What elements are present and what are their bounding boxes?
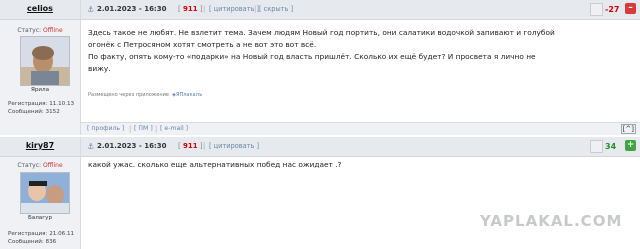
up-arrow-icon[interactable]: [^] <box>620 124 636 134</box>
body-line: По факту, опять кому-то «подарки» на Нов… <box>88 52 536 61</box>
author-header: kiry87 <box>0 137 80 157</box>
anchor-icon[interactable]: ⚓ <box>87 142 94 151</box>
author-panel: kiry87 Статус: Offline Балагур Регистрац… <box>0 137 81 249</box>
post-body: Здесь такое не любят. Не взлетит тема. З… <box>88 27 630 75</box>
body-line: какой ужас. сколько еще альтернативных п… <box>88 160 342 169</box>
quote-link[interactable]: [ цитировать ] <box>209 5 259 13</box>
status-label: Статус: <box>17 162 42 169</box>
post-header: ⚓ 2.01.2023 - 16:30 [ 911 ] | [ цитирова… <box>81 0 640 20</box>
user-status: Статус: Offline <box>0 27 80 34</box>
reg-label: Регистрация: <box>8 231 48 237</box>
avatar-caption: Балагур <box>27 215 53 221</box>
author-header: celios <box>0 0 80 20</box>
posted-via: Размещено через приложение ◈ЯПлакалъ <box>88 92 202 98</box>
forum-post: kiry87 Статус: Offline Балагур Регистрац… <box>0 137 640 249</box>
via-text: Размещено через приложение <box>88 92 169 98</box>
plus-vote-icon[interactable] <box>590 3 603 16</box>
post-date: 2.01.2023 - 16:30 <box>97 5 167 13</box>
site-watermark: YAPLAKAL.COM <box>480 212 623 230</box>
status-value: Offline <box>42 27 63 34</box>
email-link[interactable]: [ e-mail ] <box>160 125 188 132</box>
body-line: огонёк с Петросяном хотят смотреть а не … <box>88 40 317 49</box>
user-meta: Регистрация: 21.06.11 Сообщений: 836 <box>8 230 74 246</box>
hide-link[interactable]: [ скрыть ] <box>259 5 293 13</box>
plus-vote-button-icon[interactable]: + <box>625 140 636 151</box>
body-line: вижу. <box>88 64 111 73</box>
forum-post: celios Статус: Offline Ярила Регистрация… <box>0 0 640 135</box>
user-meta: Регистрация: 11.10.13 Сообщений: 3152 <box>8 100 74 116</box>
status-label: Статус: <box>17 27 42 34</box>
post-header: ⚓ 2.01.2023 - 16:30 [ 911 ] | [ цитирова… <box>81 137 640 157</box>
msg-label: Сообщений: <box>8 109 44 115</box>
pm-link[interactable]: [ ПМ ] <box>134 125 153 132</box>
msg-count: 3152 <box>45 109 60 115</box>
post-footer: [ профиль ] | [ ПМ ] | [ e-mail ] [^] <box>81 122 640 135</box>
quote-link[interactable]: [ цитировать ] <box>209 142 259 150</box>
profile-link[interactable]: [ профиль ] <box>87 125 124 132</box>
minus-vote-icon[interactable]: – <box>625 3 636 14</box>
reg-label: Регистрация: <box>8 101 48 107</box>
rating-box: 34 + <box>590 140 636 153</box>
post-date: 2.01.2023 - 16:30 <box>97 142 167 150</box>
username-link[interactable]: kiry87 <box>0 141 80 150</box>
reg-date: 11.10.13 <box>49 101 75 107</box>
username-link[interactable]: celios <box>0 4 80 13</box>
post-score: 34 <box>605 142 617 151</box>
via-app-link[interactable]: ЯПлакалъ <box>176 92 202 98</box>
post-body: какой ужас. сколько еще альтернативных п… <box>88 159 630 171</box>
avatar-caption: Ярила <box>30 87 50 93</box>
avatar[interactable] <box>20 36 70 86</box>
anchor-icon[interactable]: ⚓ <box>87 5 94 14</box>
plus-vote-icon[interactable] <box>590 140 603 153</box>
avatar[interactable] <box>20 172 70 214</box>
status-value: Offline <box>42 162 63 169</box>
post-number[interactable]: [ 911 ] <box>178 5 203 13</box>
rating-box: -27 – <box>590 3 636 16</box>
post-score: -27 <box>605 5 620 14</box>
reg-date: 21.06.11 <box>49 231 75 237</box>
body-line: Здесь такое не любят. Не взлетит тема. З… <box>88 28 555 37</box>
avatar-image <box>21 173 69 213</box>
msg-label: Сообщений: <box>8 239 44 245</box>
post-number[interactable]: [ 911 ] <box>178 142 203 150</box>
user-status: Статус: Offline <box>0 162 80 169</box>
avatar-image <box>21 37 69 85</box>
author-panel: celios Статус: Offline Ярила Регистрация… <box>0 0 81 135</box>
msg-count: 836 <box>45 239 57 245</box>
